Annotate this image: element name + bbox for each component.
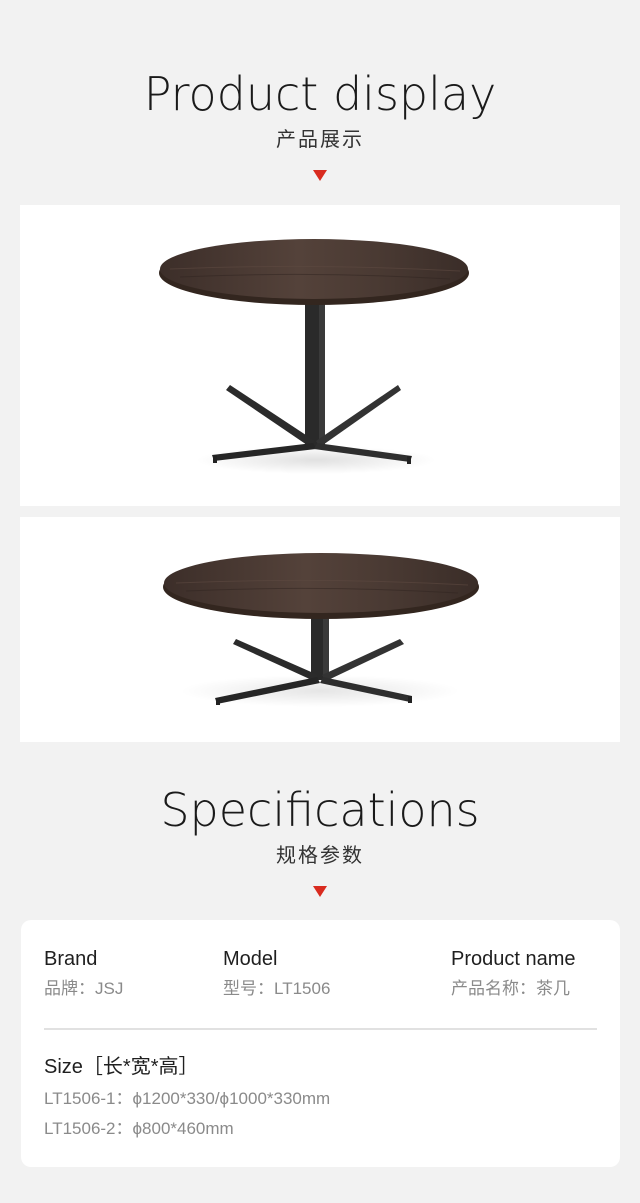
coffee-table-tall-image [159,239,469,474]
specifications-header: Specifications 规格参数 [0,782,640,897]
model-value: 型号：LT1506 [223,979,331,998]
specifications-title: Specifications [160,783,480,837]
coffee-table-low-image [163,553,479,707]
down-arrow-icon [313,886,327,897]
spec-divider [44,1028,597,1030]
specifications-card: Brand 品牌：JSJ Model 型号：LT1506 Product nam… [21,920,620,1167]
product-photo-2 [20,517,620,742]
size-spec: Size［长*宽*高］ LT1506-1：ϕ1200*330/ϕ1000*330… [44,1054,330,1140]
brand-spec: Brand 品牌：JSJ [44,946,123,1000]
product-name-spec: Product name 产品名称：茶几 [451,946,576,1000]
down-arrow-icon [313,170,327,181]
product-display-subtitle: 产品展示 [276,127,364,151]
model-label: Model [223,948,278,970]
brand-label: Brand [44,948,98,970]
product-name-value: 产品名称：茶几 [451,979,570,998]
product-name-label: Product name [451,948,576,970]
brand-value: 品牌：JSJ [44,979,124,998]
size-line-1: LT1506-1：ϕ1200*330/ϕ1000*330mm [44,1089,331,1108]
product-photo-1 [20,205,620,506]
product-display-header: Product display 产品展示 [0,66,640,181]
product-display-title: Product display [143,67,497,121]
size-line-2: LT1506-2：ϕ800*460mm [44,1119,234,1138]
specifications-subtitle: 规格参数 [276,843,364,867]
model-spec: Model 型号：LT1506 [223,946,330,1000]
size-label: Size［长*宽*高］ [44,1056,199,1078]
